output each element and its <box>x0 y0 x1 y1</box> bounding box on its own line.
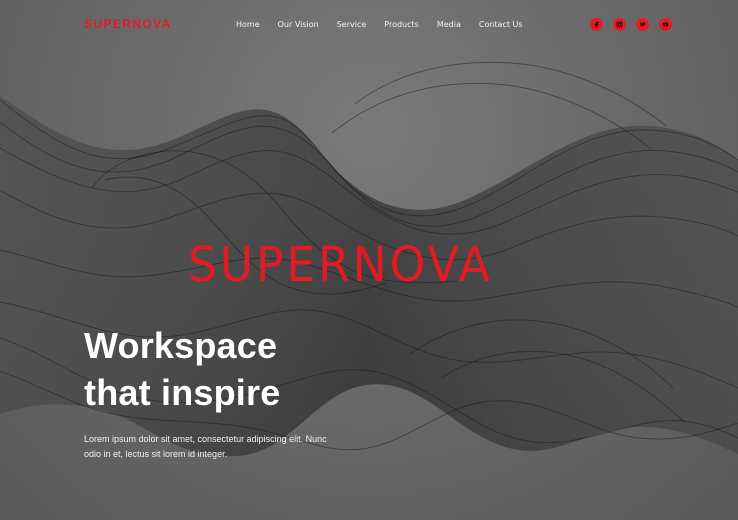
nav-our-vision[interactable]: Our Vision <box>278 20 319 29</box>
instagram-icon[interactable] <box>613 18 626 31</box>
social-links <box>590 18 672 31</box>
youtube-icon[interactable] <box>659 18 672 31</box>
twitter-icon[interactable] <box>636 18 649 31</box>
facebook-glyph <box>594 21 599 28</box>
hero-description: Lorem ipsum dolor sit amet, consectetur … <box>84 432 374 462</box>
hero-brand-logo: SUPERNOVA <box>188 237 493 293</box>
twitter-glyph <box>639 22 646 27</box>
nav-service[interactable]: Service <box>337 20 367 29</box>
hero-heading: Workspace that inspire <box>84 322 414 416</box>
nav-media[interactable]: Media <box>437 20 461 29</box>
top-navigation: SUPERNOVA Home Our Vision Service Produc… <box>0 0 738 50</box>
instagram-glyph <box>616 21 623 28</box>
hero-heading-line-2: that inspire <box>84 372 281 413</box>
nav-home[interactable]: Home <box>236 20 260 29</box>
nav-contact-us[interactable]: Contact Us <box>479 20 523 29</box>
background-wave-line-11 <box>354 61 667 127</box>
hero-description-line-2: odio in et, lectus sit lorem id integer. <box>84 449 228 459</box>
hero-heading-line-1: Workspace <box>84 325 278 366</box>
hero-description-line-1: Lorem ipsum dolor sit amet, consectetur … <box>84 434 327 444</box>
brand-logo[interactable]: SUPERNOVA <box>84 17 172 31</box>
youtube-glyph <box>662 22 669 27</box>
main-navigation: Home Our Vision Service Products Media C… <box>236 20 523 29</box>
landing-page: SUPERNOVA Home Our Vision Service Produc… <box>0 0 738 520</box>
nav-products[interactable]: Products <box>384 20 419 29</box>
facebook-icon[interactable] <box>590 18 603 31</box>
